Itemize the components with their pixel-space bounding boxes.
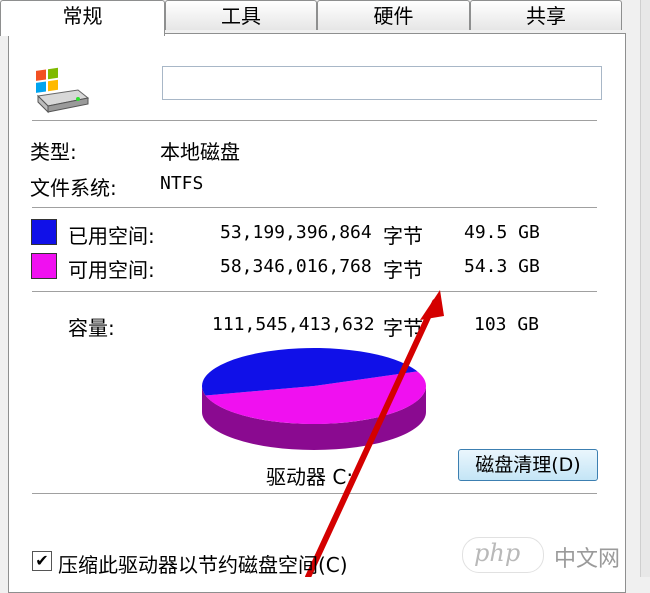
type-label: 类型: [30, 140, 77, 164]
capacity-size: 103 GB [474, 314, 540, 335]
annotation-arrow [305, 290, 444, 577]
used-space-bytes: 53,199,396,864 [220, 222, 372, 243]
free-space-label: 可用空间: [68, 258, 155, 282]
type-value: 本地磁盘 [160, 140, 240, 164]
free-color-swatch [31, 253, 57, 279]
capacity-label: 容量: [68, 316, 115, 340]
used-color-swatch [31, 219, 57, 245]
separator [32, 207, 597, 208]
window-edge [640, 0, 650, 577]
used-space-unit: 字节 [383, 224, 423, 248]
tab-general[interactable]: 常规 [0, 0, 165, 36]
free-space-unit: 字节 [383, 258, 423, 282]
tab-bar: 常规 工具 硬件 共享 [0, 0, 650, 36]
free-space-size: 54.3 GB [464, 256, 540, 277]
compress-checkbox-label: 压缩此驱动器以节约磁盘空间(C) [58, 553, 348, 577]
tab-sharing[interactable]: 共享 [470, 0, 622, 30]
watermark-logo-text: php [474, 539, 521, 567]
tab-hardware[interactable]: 硬件 [317, 0, 470, 30]
disk-cleanup-button[interactable]: 磁盘清理(D) [458, 449, 598, 481]
free-space-bytes: 58,346,016,768 [220, 256, 372, 277]
separator [32, 120, 597, 121]
filesystem-value: NTFS [160, 173, 204, 194]
used-space-size: 49.5 GB [464, 222, 540, 243]
used-space-label: 已用空间: [68, 224, 155, 248]
drive-windows-icon [36, 67, 90, 114]
filesystem-label: 文件系统: [30, 176, 117, 200]
compress-checkbox[interactable]: ✔ [32, 551, 52, 571]
site-watermark: php 中文网 [462, 535, 632, 575]
volume-name-input[interactable] [162, 66, 602, 100]
watermark-text: 中文网 [554, 547, 621, 572]
tab-tools[interactable]: 工具 [165, 0, 317, 30]
